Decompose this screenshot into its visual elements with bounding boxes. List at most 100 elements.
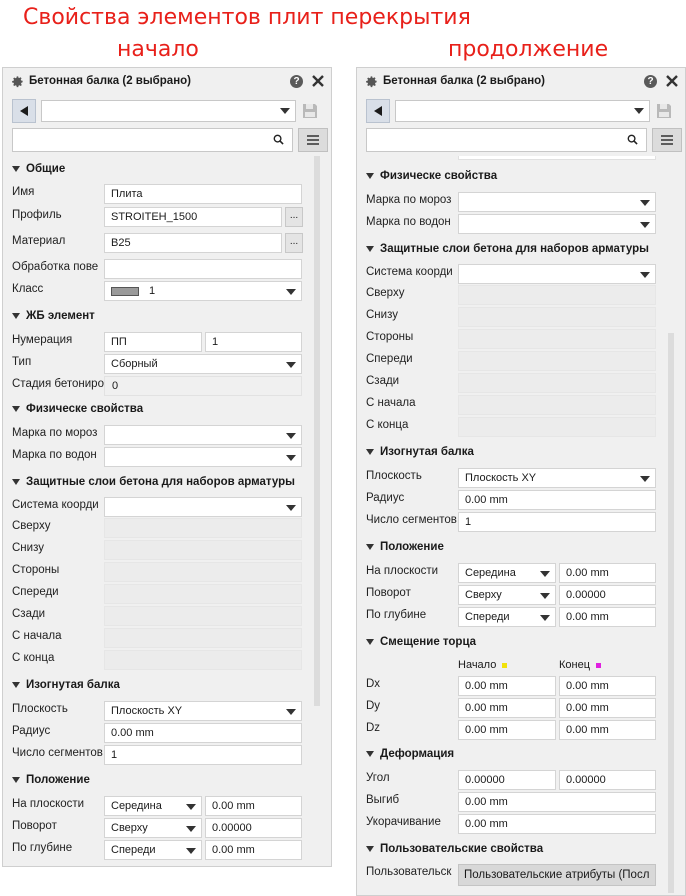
depth-select[interactable]: Спереди: [458, 607, 556, 627]
section-curved-beam[interactable]: Изогнутая балка: [366, 446, 474, 458]
menu-button[interactable]: [298, 128, 328, 152]
section-concrete-cover[interactable]: Защитные слои бетона для наборов арматур…: [12, 476, 295, 488]
bend-field[interactable]: 0.00 mm: [458, 792, 656, 812]
section-rc-element[interactable]: ЖБ элемент: [12, 310, 95, 322]
depth-offset-field[interactable]: 0.00 mm: [205, 840, 302, 860]
depth-offset-field[interactable]: 0.00 mm: [559, 607, 656, 627]
coord-system-select[interactable]: [104, 497, 302, 517]
prop-label: Стадия бетониро: [12, 378, 104, 390]
section-position[interactable]: Положение: [12, 774, 90, 786]
panel-titlebar: Бетонная балка (2 выбрано) ?: [357, 68, 685, 94]
segments-field[interactable]: 1: [104, 745, 302, 765]
segments-field[interactable]: 1: [458, 512, 656, 532]
rotation-select[interactable]: Сверху: [458, 585, 556, 605]
back-arrow-button[interactable]: [366, 99, 390, 123]
cover-front-field: [458, 351, 656, 371]
angle-end-field[interactable]: 0.00000: [559, 770, 656, 790]
prop-row-depth: По глубине Спереди 0.00 mm: [3, 839, 331, 860]
frost-select[interactable]: [104, 425, 302, 445]
coord-system-select[interactable]: [458, 264, 656, 284]
profile-field[interactable]: STROITEH_1500: [104, 207, 282, 227]
help-icon[interactable]: ?: [644, 74, 657, 88]
material-field[interactable]: B25: [104, 233, 282, 253]
dz-end-field[interactable]: 0.00 mm: [559, 720, 656, 740]
onplane-offset-field[interactable]: 0.00 mm: [559, 563, 656, 583]
menu-button[interactable]: [652, 128, 682, 152]
back-arrow-button[interactable]: [12, 99, 36, 123]
numbering-start-field[interactable]: 1: [205, 332, 302, 352]
section-physical[interactable]: Физическе свойства: [12, 403, 143, 415]
collapse-triangle-icon: [12, 682, 20, 688]
rotation-offset-field[interactable]: 0.00000: [559, 585, 656, 605]
dy-end-field[interactable]: 0.00 mm: [559, 698, 656, 718]
onplane-value: Середина: [465, 567, 516, 579]
section-curved-beam[interactable]: Изогнутая балка: [12, 679, 120, 691]
water-select[interactable]: [104, 447, 302, 467]
profile-browse-button[interactable]: ...: [285, 207, 303, 227]
type-select[interactable]: Сборный: [104, 354, 302, 374]
close-icon[interactable]: [311, 74, 325, 88]
prop-row-water: Марка по водон: [3, 446, 331, 467]
prop-label: По глубине: [12, 842, 73, 854]
rotation-select[interactable]: Сверху: [104, 818, 202, 838]
chevron-down-icon: [280, 108, 290, 114]
shortening-field[interactable]: 0.00 mm: [458, 814, 656, 834]
section-concrete-cover[interactable]: Защитные слои бетона для наборов арматур…: [366, 243, 649, 255]
help-icon[interactable]: ?: [290, 74, 303, 88]
angle-start-field[interactable]: 0.00000: [458, 770, 556, 790]
plane-select[interactable]: Плоскость XY: [104, 701, 302, 721]
close-icon[interactable]: [665, 74, 679, 88]
gear-icon[interactable]: [10, 74, 24, 88]
section-user-properties[interactable]: Пользовательские свойства: [366, 843, 543, 855]
prop-label: Класс: [12, 283, 44, 295]
chevron-down-icon: [286, 289, 296, 295]
plane-select[interactable]: Плоскость XY: [458, 468, 656, 488]
prop-row-frost: Марка по мороз: [3, 424, 331, 445]
rotation-offset-field[interactable]: 0.00000: [205, 818, 302, 838]
prop-row-onplane: На плоскости Середина 0.00 mm: [357, 562, 685, 583]
preset-select[interactable]: [395, 100, 650, 122]
prop-row-bend: Выгиб 0.00 mm: [357, 791, 685, 812]
section-physical[interactable]: Физическе свойства: [366, 170, 497, 182]
section-label: Общие: [26, 163, 66, 175]
toolbar: [12, 99, 321, 123]
search-input[interactable]: [366, 128, 647, 152]
onplane-select[interactable]: Середина: [458, 563, 556, 583]
save-icon[interactable]: [653, 100, 675, 122]
section-position[interactable]: Положение: [366, 541, 444, 553]
dx-start-field[interactable]: 0.00 mm: [458, 676, 556, 696]
column-header-start: Начало: [458, 659, 508, 671]
radius-field[interactable]: 0.00 mm: [458, 490, 656, 510]
section-end-offset[interactable]: Смещение торца: [366, 636, 476, 648]
save-icon[interactable]: [299, 100, 321, 122]
prop-label: Спереди: [366, 353, 413, 365]
numbering-prefix-field[interactable]: ПП: [104, 332, 202, 352]
section-deformation[interactable]: Деформация: [366, 748, 454, 760]
search-input[interactable]: [12, 128, 293, 152]
name-field[interactable]: Плита: [104, 184, 302, 204]
caption-start: начало: [117, 37, 199, 62]
prop-label: С конца: [12, 652, 55, 664]
dx-end-field[interactable]: 0.00 mm: [559, 676, 656, 696]
finish-field[interactable]: [104, 259, 302, 279]
caption-title: Свойства элементов плит перекрытия: [23, 5, 471, 30]
section-general[interactable]: Общие: [12, 163, 65, 175]
onplane-select[interactable]: Середина: [104, 796, 202, 816]
cover-start-field: [104, 628, 302, 648]
prop-label: Стороны: [12, 564, 60, 576]
class-select[interactable]: 1: [104, 281, 302, 301]
search-icon: [627, 134, 638, 148]
clipped-field: [458, 156, 656, 160]
depth-select[interactable]: Спереди: [104, 840, 202, 860]
material-browse-button[interactable]: ...: [285, 233, 303, 253]
onplane-offset-field[interactable]: 0.00 mm: [205, 796, 302, 816]
water-select[interactable]: [458, 214, 656, 234]
radius-field[interactable]: 0.00 mm: [104, 723, 302, 743]
dy-start-field[interactable]: 0.00 mm: [458, 698, 556, 718]
user-attributes-button[interactable]: Пользовательские атрибуты (Посл: [458, 864, 656, 886]
dz-start-field[interactable]: 0.00 mm: [458, 720, 556, 740]
frost-select[interactable]: [458, 192, 656, 212]
gear-icon[interactable]: [364, 74, 378, 88]
prop-label: Обработка пове: [12, 261, 99, 273]
preset-select[interactable]: [41, 100, 296, 122]
